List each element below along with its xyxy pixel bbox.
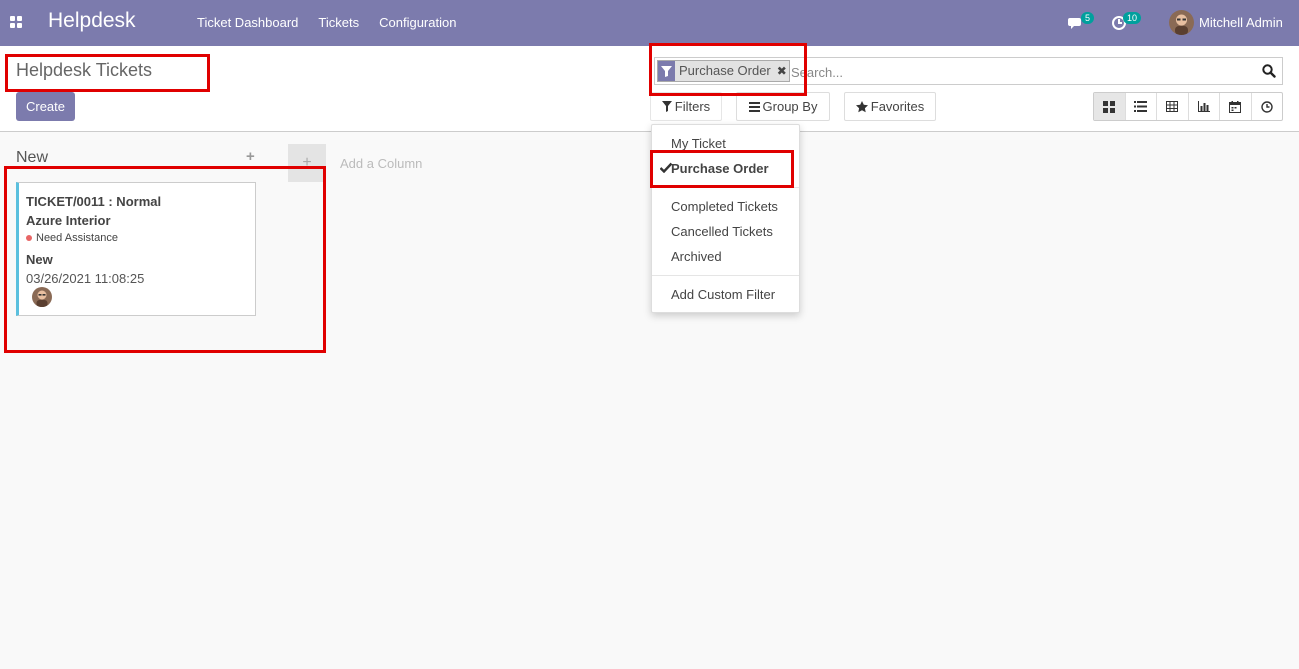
view-switcher — [1093, 92, 1283, 121]
tag-label: Need Assistance — [36, 232, 118, 244]
bar-chart-icon — [1197, 101, 1210, 112]
table-icon — [1166, 101, 1179, 112]
filter-purchase-order-label: Purchase Order — [671, 161, 769, 176]
search-facet: Purchase Order ✖ — [657, 60, 790, 82]
assignee-avatar[interactable] — [32, 287, 52, 307]
search-input[interactable] — [791, 62, 1251, 82]
apps-menu-icon[interactable] — [10, 16, 23, 29]
ticket-customer: Azure Interior — [26, 213, 111, 228]
checkmark-icon — [660, 162, 672, 173]
user-avatar[interactable] — [1169, 10, 1194, 35]
favorites-button[interactable]: Favorites — [844, 92, 936, 121]
dropdown-divider — [652, 275, 799, 276]
add-custom-filter[interactable]: Add Custom Filter — [671, 287, 775, 302]
menu-tickets[interactable]: Tickets — [308, 0, 369, 46]
calendar-icon — [1229, 100, 1242, 113]
ticket-tag: Need Assistance — [26, 232, 118, 244]
clock-icon — [1261, 100, 1273, 113]
filter-archived[interactable]: Archived — [671, 249, 722, 264]
filter-facet-icon — [658, 61, 675, 81]
activities-badge: 10 — [1123, 12, 1142, 24]
filters-button[interactable]: Filters — [650, 92, 722, 121]
dropdown-divider — [652, 187, 799, 188]
quick-create-plus-icon[interactable]: + — [246, 148, 255, 165]
search-icon[interactable] — [1262, 64, 1276, 78]
menu-ticket-dashboard[interactable]: Ticket Dashboard — [187, 0, 308, 46]
graph-view-button[interactable] — [1189, 93, 1220, 120]
user-name[interactable]: Mitchell Admin — [1199, 15, 1283, 30]
filters-label: Filters — [674, 99, 711, 114]
group-by-label: Group By — [762, 99, 818, 114]
ticket-stage: New — [26, 252, 53, 267]
search-bar: Purchase Order ✖ — [654, 57, 1283, 85]
create-button[interactable]: Create — [16, 92, 75, 121]
messages-badge: 5 — [1081, 12, 1095, 24]
group-by-icon — [748, 101, 760, 112]
filter-purchase-order[interactable]: Purchase Order — [656, 161, 769, 176]
filter-my-ticket[interactable]: My Ticket — [671, 136, 726, 151]
facet-label: Purchase Order — [679, 63, 771, 78]
kanban-icon — [1103, 100, 1116, 113]
calendar-view-button[interactable] — [1220, 93, 1252, 120]
kanban-column-title: New — [16, 149, 49, 166]
ticket-number: TICKET/0011 : Normal — [26, 194, 162, 209]
activity-view-button[interactable] — [1252, 93, 1283, 120]
add-column-plus-icon[interactable]: + — [288, 144, 326, 182]
kanban-view-button[interactable] — [1094, 93, 1126, 120]
pivot-view-button[interactable] — [1157, 93, 1189, 120]
favorites-label: Favorites — [870, 99, 925, 114]
filters-dropdown: My Ticket Purchase Order Completed Ticke… — [651, 124, 800, 313]
add-column-label[interactable]: Add a Column — [340, 156, 422, 171]
top-navbar: Helpdesk Ticket Dashboard Tickets Config… — [0, 0, 1299, 46]
list-icon — [1134, 101, 1148, 112]
ticket-card[interactable]: TICKET/0011 : Normal Azure Interior Need… — [16, 182, 256, 316]
app-brand[interactable]: Helpdesk — [48, 9, 136, 33]
ticket-date: 03/26/2021 11:08:25 — [26, 271, 145, 286]
filter-icon — [661, 101, 672, 112]
page-title: Helpdesk Tickets — [16, 60, 153, 80]
tag-dot-icon — [26, 235, 32, 241]
list-view-button[interactable] — [1126, 93, 1157, 120]
menu-configuration[interactable]: Configuration — [369, 0, 466, 46]
group-by-button[interactable]: Group By — [736, 92, 830, 121]
remove-facet-icon[interactable]: ✖ — [775, 61, 789, 81]
star-icon — [855, 100, 868, 112]
filter-cancelled-tickets[interactable]: Cancelled Tickets — [671, 224, 773, 239]
filter-completed-tickets[interactable]: Completed Tickets — [671, 199, 778, 214]
main-menu: Ticket Dashboard Tickets Configuration — [187, 0, 466, 46]
control-panel: Helpdesk Tickets Create Purchase Order ✖… — [0, 46, 1299, 132]
